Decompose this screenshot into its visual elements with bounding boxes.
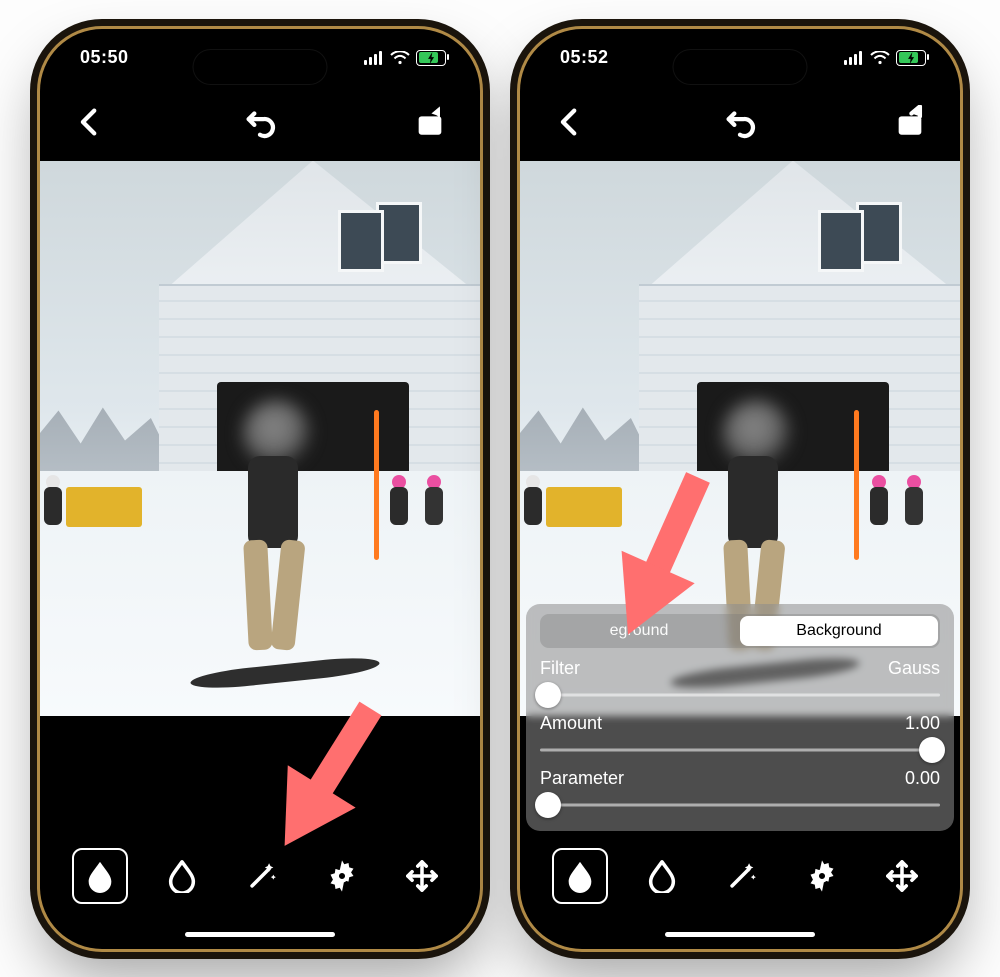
status-time: 05:50 [80, 47, 129, 68]
settings-tool[interactable] [316, 850, 368, 902]
photo-canvas[interactable] [40, 161, 480, 716]
status-icons [844, 50, 926, 66]
amount-slider[interactable] [540, 738, 940, 762]
status-icons [364, 50, 446, 66]
bottom-toolbar [40, 845, 480, 907]
battery-icon [896, 50, 926, 66]
blur-outline-tool[interactable] [156, 850, 208, 902]
move-tool[interactable] [876, 850, 928, 902]
dynamic-island [673, 49, 808, 85]
wifi-icon [870, 51, 890, 65]
blur-solid-tool[interactable] [552, 848, 608, 904]
blur-solid-tool[interactable] [72, 848, 128, 904]
settings-panel: eground Background Filter Gauss Amount 1… [526, 604, 954, 831]
parameter-row: Parameter 0.00 [540, 768, 940, 789]
blur-outline-tool[interactable] [636, 850, 688, 902]
parameter-label: Parameter [540, 768, 624, 789]
cellular-icon [364, 51, 384, 65]
layer-segmented-control[interactable]: eground Background [540, 614, 940, 648]
dynamic-island [193, 49, 328, 85]
amount-row: Amount 1.00 [540, 713, 940, 734]
undo-button[interactable] [718, 100, 762, 144]
back-button[interactable] [548, 100, 592, 144]
battery-icon [416, 50, 446, 66]
share-button[interactable] [408, 100, 452, 144]
back-button[interactable] [68, 100, 112, 144]
cellular-icon [844, 51, 864, 65]
wifi-icon [390, 51, 410, 65]
home-indicator[interactable] [185, 932, 335, 937]
phone-right: 05:52 [520, 29, 960, 949]
phone-left: 05:50 [40, 29, 480, 949]
top-nav [40, 95, 480, 149]
settings-tool[interactable] [796, 850, 848, 902]
segment-background[interactable]: Background [740, 616, 938, 646]
segment-foreground[interactable]: eground [540, 614, 738, 648]
parameter-slider[interactable] [540, 793, 940, 817]
move-tool[interactable] [396, 850, 448, 902]
filter-value: Gauss [888, 658, 940, 679]
magic-wand-tool[interactable] [716, 850, 768, 902]
parameter-value: 0.00 [905, 768, 940, 789]
home-indicator[interactable] [665, 932, 815, 937]
filter-label: Filter [540, 658, 580, 679]
magic-wand-tool[interactable] [236, 850, 288, 902]
filter-slider[interactable] [540, 683, 940, 707]
undo-button[interactable] [238, 100, 282, 144]
top-nav [520, 95, 960, 149]
amount-label: Amount [540, 713, 602, 734]
amount-value: 1.00 [905, 713, 940, 734]
filter-row: Filter Gauss [540, 658, 940, 679]
share-button[interactable] [888, 100, 932, 144]
status-time: 05:52 [560, 47, 609, 68]
blurred-subject [234, 400, 304, 660]
bottom-toolbar [520, 845, 960, 907]
